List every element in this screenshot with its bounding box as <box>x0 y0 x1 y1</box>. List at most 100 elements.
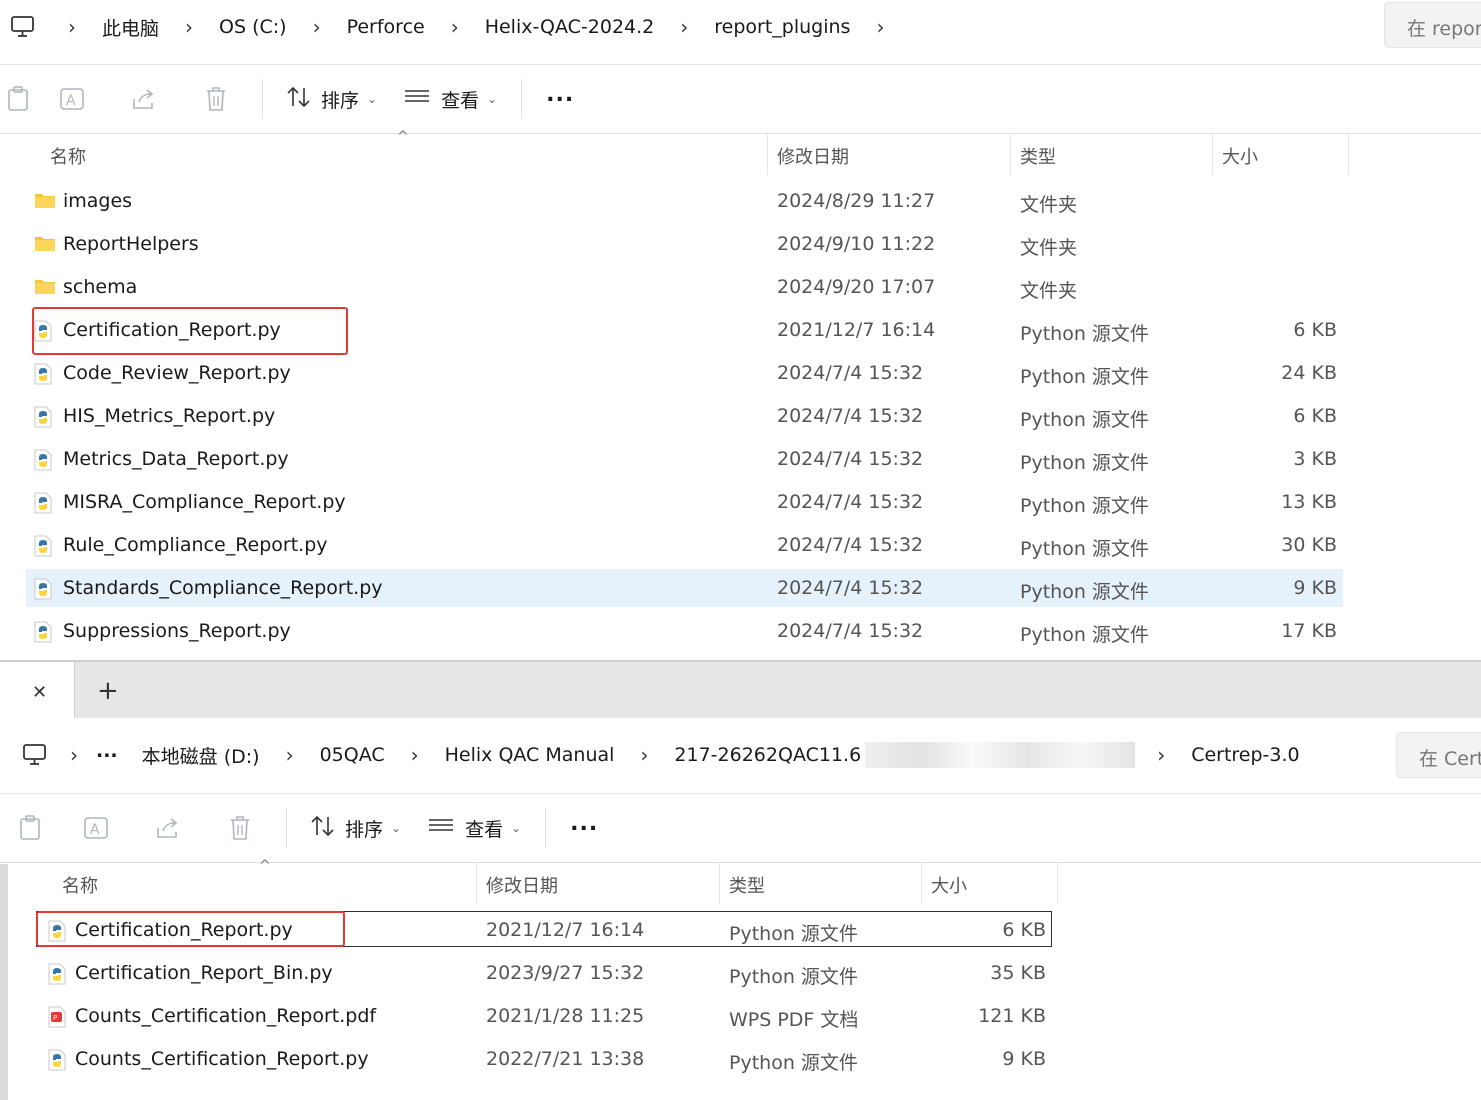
table-row[interactable]: Counts_Certification_Report.py 2022/7/21 … <box>36 1040 1052 1078</box>
table-row[interactable]: Standards_Compliance_Report.py 2024/7/4 1… <box>26 569 1343 607</box>
table-row[interactable]: Certification_Report_Bin.py 2023/9/27 15:… <box>36 954 1052 992</box>
column-type[interactable]: 类型 <box>729 872 765 898</box>
breadcrumb-os-c[interactable]: OS (C:) <box>215 16 291 38</box>
file-type: Python 源文件 <box>1020 624 1149 646</box>
column-divider[interactable] <box>921 862 922 904</box>
column-name[interactable]: 名称 <box>50 143 86 169</box>
chevron-right-icon[interactable]: › <box>291 15 343 39</box>
breadcrumb-helix-qac[interactable]: Helix-QAC-2024.2 <box>481 16 659 38</box>
pc-icon[interactable] <box>22 743 48 767</box>
table-row[interactable]: Suppressions_Report.py 2024/7/4 15:32 Pyth… <box>26 612 1343 650</box>
file-type: Python 源文件 <box>1020 366 1149 388</box>
breadcrumb-05qac[interactable]: 05QAC <box>316 744 389 766</box>
paste-icon[interactable] <box>0 79 36 119</box>
column-size[interactable]: 大小 <box>1222 143 1258 169</box>
python-file-icon <box>34 363 52 390</box>
top-explorer-window: › 此电脑 › OS (C:) › Perforce › Helix-QAC-2… <box>0 0 1481 660</box>
more-options-button[interactable]: ... <box>556 811 612 846</box>
table-row[interactable]: schema 2024/9/20 17:07 文件夹 <box>26 268 1343 306</box>
chevron-right-icon[interactable]: › <box>264 743 316 767</box>
chevron-right-icon[interactable]: › <box>163 15 215 39</box>
file-name: images <box>63 190 133 212</box>
breadcrumb-report-plugins[interactable]: report_plugins <box>710 16 854 38</box>
chevron-right-icon[interactable]: › <box>854 15 906 39</box>
share-icon[interactable] <box>132 808 204 848</box>
new-tab-button[interactable]: + <box>97 676 119 706</box>
table-row[interactable]: ReportHelpers 2024/9/10 11:22 文件夹 <box>26 225 1343 263</box>
delete-icon[interactable] <box>204 808 276 848</box>
file-size: 17 KB <box>1281 620 1337 642</box>
table-row[interactable]: Code_Review_Report.py 2024/7/4 15:32 Pytho… <box>26 354 1343 392</box>
rename-icon[interactable]: A <box>60 808 132 848</box>
python-file-icon <box>48 963 66 990</box>
file-size: 121 KB <box>978 1005 1046 1027</box>
share-icon[interactable] <box>108 79 180 119</box>
file-date: 2024/8/29 11:27 <box>777 190 936 212</box>
breadcrumb-this-pc[interactable]: 此电脑 <box>98 14 163 41</box>
column-divider[interactable] <box>1057 862 1058 904</box>
breadcrumb-certrep[interactable]: Certrep-3.0 <box>1187 744 1303 766</box>
column-date[interactable]: 修改日期 <box>777 143 849 169</box>
breadcrumb-helix-qac-manual[interactable]: Helix QAC Manual <box>441 744 619 766</box>
breadcrumb-perforce[interactable]: Perforce <box>343 16 429 38</box>
top-command-bar: A 排序 ⌄ 查看 ⌄ ... <box>0 64 1481 134</box>
file-date: 2024/7/4 15:32 <box>777 491 924 513</box>
python-file-icon <box>34 578 52 605</box>
column-divider[interactable] <box>1348 133 1349 175</box>
folder-icon <box>34 191 56 214</box>
chevron-right-icon[interactable]: › <box>48 743 96 767</box>
more-icon: ... <box>546 81 575 107</box>
chevron-right-icon[interactable]: › <box>658 15 710 39</box>
table-row[interactable]: HIS_Metrics_Report.py 2024/7/4 15:32 Pytho… <box>26 397 1343 435</box>
toolbar-divider <box>545 808 547 848</box>
chevron-right-icon[interactable]: › <box>46 15 98 39</box>
chevron-right-icon[interactable]: › <box>389 743 441 767</box>
top-column-header: ^ 名称 修改日期 类型 大小 <box>0 129 1481 175</box>
column-divider[interactable] <box>1010 133 1011 175</box>
file-type: Python 源文件 <box>1020 323 1149 345</box>
column-date[interactable]: 修改日期 <box>486 872 558 898</box>
sort-label: 排序 <box>321 89 360 112</box>
column-name[interactable]: 名称 <box>62 872 98 898</box>
column-type[interactable]: 类型 <box>1020 143 1056 169</box>
sort-button[interactable]: 排序 ⌄ <box>297 815 415 842</box>
column-divider[interactable] <box>476 862 477 904</box>
bottom-address-bar[interactable]: › ... 本地磁盘 (D:) › 05QAC › Helix QAC Manu… <box>0 732 1481 778</box>
table-row[interactable]: images 2024/8/29 11:27 文件夹 <box>26 182 1343 220</box>
breadcrumb-overflow[interactable]: ... <box>96 740 138 770</box>
chevron-right-icon[interactable]: › <box>1135 743 1187 767</box>
file-size: 6 KB <box>1293 405 1337 427</box>
paste-icon[interactable] <box>0 808 60 848</box>
toolbar-divider <box>286 808 287 848</box>
bottom-search-input[interactable]: 在 Certrep-3.0 中搜索 <box>1396 732 1481 778</box>
chevron-right-icon[interactable]: › <box>618 743 670 767</box>
table-row[interactable]: Metrics_Data_Report.py 2024/7/4 15:32 Pyth… <box>26 440 1343 478</box>
column-divider[interactable] <box>767 133 768 175</box>
file-size: 3 KB <box>1293 448 1337 470</box>
sort-button[interactable]: 排序 ⌄ <box>273 86 391 113</box>
chevron-right-icon[interactable]: › <box>429 15 481 39</box>
column-size[interactable]: 大小 <box>931 872 967 898</box>
table-row[interactable]: MISRA_Compliance_Report.py 2024/7/4 15:32… <box>26 483 1343 521</box>
highlight-box <box>36 911 345 947</box>
close-icon[interactable]: ✕ <box>32 682 47 703</box>
table-row[interactable]: Rule_Compliance_Report.py 2024/7/4 15:32 P… <box>26 526 1343 564</box>
top-search-input[interactable]: 在 report_plugins 中搜索 <box>1384 2 1481 48</box>
file-name: schema <box>63 276 138 298</box>
breadcrumb-blurred-folder[interactable]: 217-26262QAC11.6 <box>670 744 865 766</box>
column-divider[interactable] <box>719 862 720 904</box>
pc-icon[interactable] <box>10 15 36 39</box>
python-file-icon <box>48 1049 66 1076</box>
breadcrumb-local-disk-d[interactable]: 本地磁盘 (D:) <box>138 742 264 769</box>
toolbar-divider <box>262 79 263 119</box>
active-tab[interactable]: ✕ <box>0 662 75 718</box>
more-options-button[interactable]: ... <box>532 82 588 117</box>
rename-icon[interactable]: A <box>36 79 108 119</box>
file-date: 2024/7/4 15:32 <box>777 405 924 427</box>
table-row[interactable]: P Counts_Certification_Report.pdf 2021/1/2… <box>36 997 1052 1035</box>
view-button[interactable]: 查看 ⌄ <box>391 86 511 113</box>
top-address-bar[interactable]: › 此电脑 › OS (C:) › Perforce › Helix-QAC-2… <box>0 4 1481 50</box>
view-button[interactable]: 查看 ⌄ <box>415 815 535 842</box>
column-divider[interactable] <box>1212 133 1213 175</box>
delete-icon[interactable] <box>180 79 252 119</box>
